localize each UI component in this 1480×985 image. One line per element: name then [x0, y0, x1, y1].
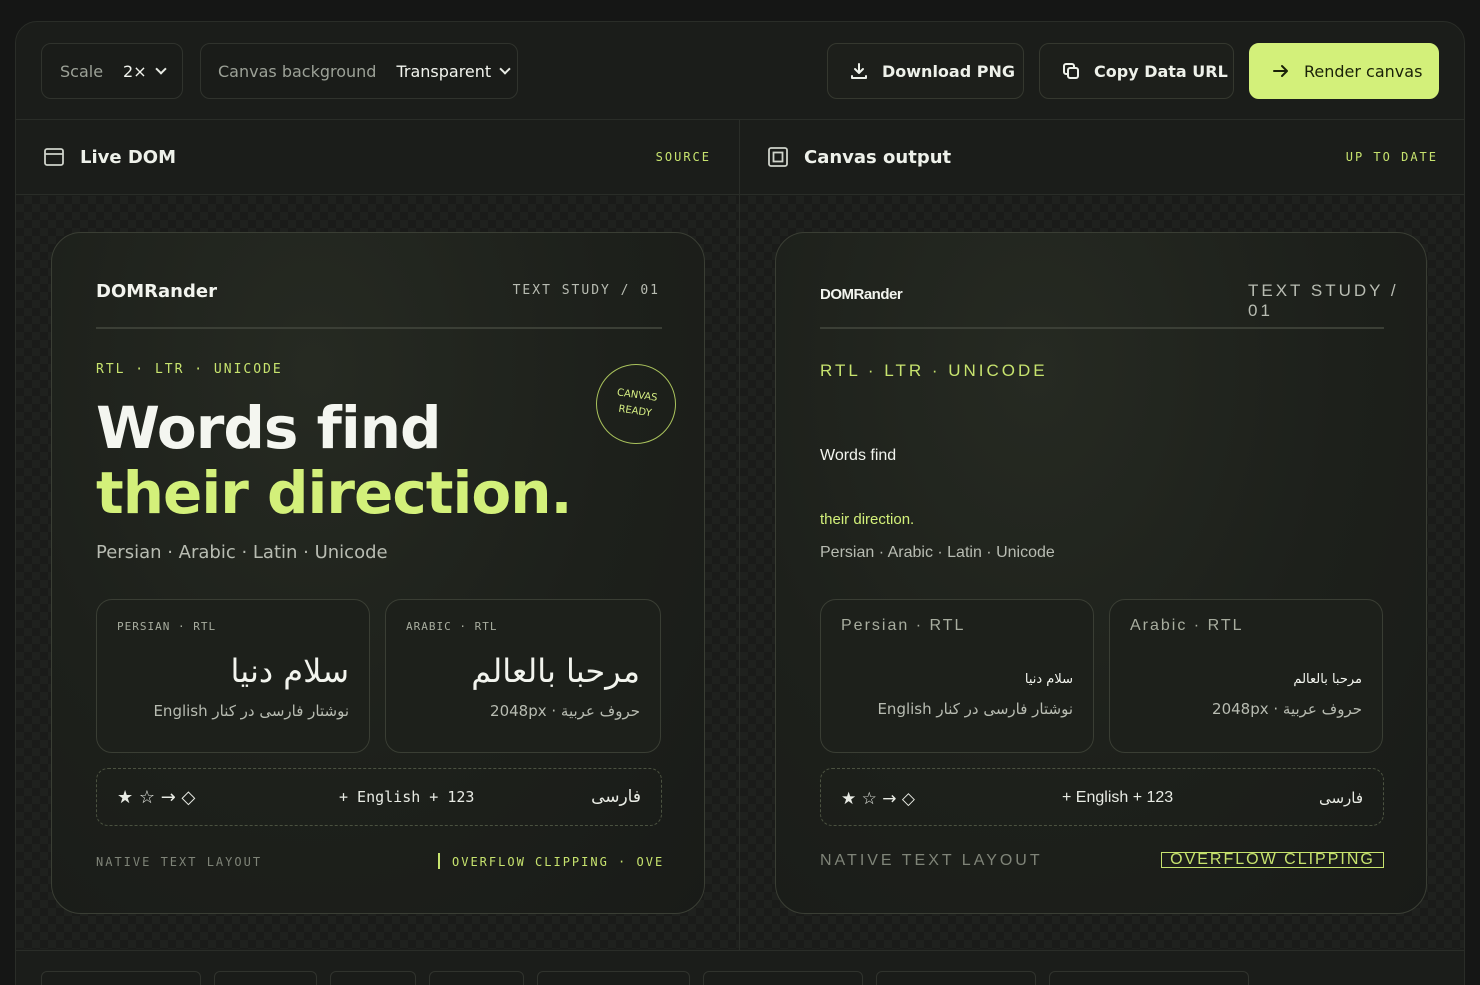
persian-key: PERSIAN · RTL [117, 620, 217, 633]
download-png-button[interactable]: Download PNG [827, 43, 1024, 99]
canvas-background-select[interactable]: Canvas background Transparent [200, 43, 518, 99]
feature-chip[interactable] [330, 971, 416, 985]
arabic-card: ARABIC · RTL مرحبا بالعالم حروف عربية · … [385, 599, 661, 753]
canvas-symbols-text: ★ ☆ → ◇ [841, 789, 916, 809]
brand-name: DOMRander [96, 281, 217, 302]
canvas-overflow-clipping-label: OVERFLOW CLIPPING [1161, 852, 1384, 868]
canvas-native-text-layout-label: NATIVE TEXT LAYOUT [820, 852, 1043, 869]
canvas-arabic-main: مرحبا بالعالم [1293, 672, 1362, 687]
copy-data-url-button[interactable]: Copy Data URL [1039, 43, 1234, 99]
arabic-main: مرحبا بالعالم [471, 652, 640, 690]
canvas-brand-name: DOMRander [820, 286, 903, 303]
feature-chip[interactable] [537, 971, 690, 985]
persian-card: PERSIAN · RTL سلام دنیا نوشتار فارسی در … [96, 599, 370, 753]
canvas-persian-sub: نوشتار فارسی در کنار English [877, 700, 1073, 718]
canvas-output-title: Canvas output [804, 146, 952, 168]
study-label: TEXT STUDY / 01 [512, 283, 660, 298]
canvas-mixed-text: + English + 123 [1062, 789, 1174, 806]
render-canvas-button[interactable]: Render canvas [1249, 43, 1439, 99]
headline-line-2: their direction. [96, 459, 573, 527]
live-dom-status: SOURCE [655, 150, 711, 164]
chevron-down-icon [499, 63, 511, 75]
card-subtitle: Persian · Arabic · Latin · Unicode [96, 542, 388, 563]
canvas-unicode-strip: ★ ☆ → ◇ + English + 123 فارسی [820, 768, 1384, 826]
live-dom-header: Live DOM SOURCE [16, 120, 739, 195]
unicode-strip: ★ ☆ → ◇ + English + 123 فارسی [96, 768, 662, 826]
canvas-persian-key: Persian · RTL [841, 617, 966, 634]
script-tags: RTL · LTR · UNICODE [96, 362, 283, 377]
persian-main: سلام دنیا [230, 652, 349, 690]
clip-marker [438, 853, 440, 869]
canvas-arabic-sub: حروف عربية · 2048px [1212, 700, 1362, 718]
canvas-persian-main: سلام دنیا [1024, 672, 1073, 687]
canvas-persian-card: Persian · RTL سلام دنیا نوشتار فارسی در … [820, 599, 1094, 753]
symbols-text: ★ ☆ → ◇ [117, 787, 196, 808]
arabic-key: ARABIC · RTL [406, 620, 498, 633]
overflow-clipping-label: OVERFLOW CLIPPING · OVERFLOW [452, 855, 662, 869]
dom-card: DOMRander TEXT STUDY / 01 RTL · LTR · UN… [51, 232, 705, 914]
download-png-label: Download PNG [882, 61, 1015, 81]
chevron-down-icon [154, 63, 167, 75]
canvas-headline-line-2: their direction. [820, 511, 915, 528]
feature-chip[interactable] [703, 971, 863, 985]
toolbar: Scale 2× Canvas background Transparent D… [16, 22, 1464, 120]
bottom-chip-bar [16, 950, 1464, 985]
canvas-subtitle: Persian · Arabic · Latin · Unicode [820, 544, 1055, 561]
scale-value: 2× [123, 61, 147, 81]
canvas-headline-line-1: Words find [820, 447, 897, 464]
canvas-card-divider [820, 327, 1384, 329]
window-icon [44, 148, 64, 166]
canvas-farsi-text: فارسی [1318, 789, 1363, 807]
persian-sub: نوشتار فارسی در کنار English [153, 702, 349, 720]
arabic-sub: حروف عربية · 2048px [490, 702, 640, 720]
feature-chip[interactable] [41, 971, 201, 985]
canvas-output-header: Canvas output UP TO DATE [740, 120, 1464, 195]
farsi-text: فارسی [591, 787, 641, 807]
app-window: Scale 2× Canvas background Transparent D… [15, 21, 1465, 985]
canvas-study-label: TEXT STUDY / 01 [1248, 281, 1399, 320]
canvas-ready-badge: CANVAS READY [590, 358, 682, 450]
copy-data-url-label: Copy Data URL [1094, 61, 1228, 81]
scale-select[interactable]: Scale 2× [41, 43, 183, 99]
mixed-text: + English + 123 [339, 788, 475, 806]
card-divider [96, 327, 662, 329]
feature-chip[interactable] [876, 971, 1036, 985]
feature-chip[interactable] [429, 971, 524, 985]
feature-chip[interactable] [1049, 971, 1249, 985]
live-dom-stage: DOMRander TEXT STUDY / 01 RTL · LTR · UN… [16, 196, 739, 949]
canvas-arabic-key: Arabic · RTL [1130, 617, 1244, 634]
native-text-layout-label: NATIVE TEXT LAYOUT [96, 855, 263, 869]
arrow-right-icon [1273, 65, 1288, 77]
canvas-card: DOMRander TEXT STUDY / 01 RTL · LTR · UN… [775, 232, 1427, 914]
live-dom-title: Live DOM [80, 146, 177, 168]
feature-chip[interactable] [214, 971, 317, 985]
canvas-background-label: Canvas background [218, 61, 377, 81]
render-canvas-label: Render canvas [1304, 61, 1423, 81]
badge-line-2: READY [617, 403, 653, 420]
canvas-output-stage: DOMRander TEXT STUDY / 01 RTL · LTR · UN… [740, 196, 1464, 949]
scale-label: Scale [60, 61, 104, 81]
download-icon [851, 63, 867, 79]
copy-icon [1063, 63, 1079, 79]
canvas-arabic-card: Arabic · RTL مرحبا بالعالم حروف عربية · … [1109, 599, 1383, 753]
canvas-output-status: UP TO DATE [1345, 150, 1438, 164]
canvas-script-tags: RTL · LTR · UNICODE [820, 361, 1048, 380]
frame-icon [768, 147, 788, 167]
canvas-background-value: Transparent [396, 61, 492, 81]
headline-line-1: Words find [96, 394, 442, 462]
